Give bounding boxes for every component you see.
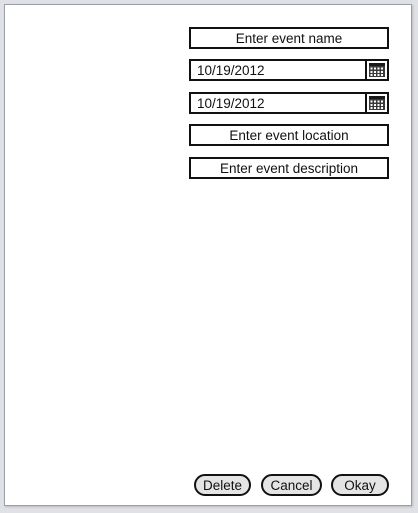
event-editor-window: Enter event name 10/19/2012 10/19/2012 E… <box>4 4 412 506</box>
event-name-placeholder: Enter event name <box>235 30 343 46</box>
event-description-placeholder: Enter event description <box>219 160 359 176</box>
delete-button[interactable]: Delete <box>194 474 251 496</box>
end-date-value: 10/19/2012 <box>197 95 265 111</box>
okay-button[interactable]: Okay <box>331 474 389 496</box>
start-date-field[interactable]: 10/19/2012 <box>189 59 389 81</box>
calendar-icon <box>369 63 385 77</box>
end-date-picker-button[interactable] <box>365 94 387 112</box>
end-date-field[interactable]: 10/19/2012 <box>189 92 389 114</box>
start-date-picker-button[interactable] <box>365 61 387 79</box>
calendar-icon <box>369 96 385 110</box>
event-location-placeholder: Enter event location <box>229 127 349 143</box>
event-description-input[interactable]: Enter event description <box>189 157 389 179</box>
event-location-input[interactable]: Enter event location <box>189 124 389 146</box>
event-name-input[interactable]: Enter event name <box>189 27 389 49</box>
cancel-button[interactable]: Cancel <box>261 474 322 496</box>
start-date-value: 10/19/2012 <box>197 62 265 78</box>
